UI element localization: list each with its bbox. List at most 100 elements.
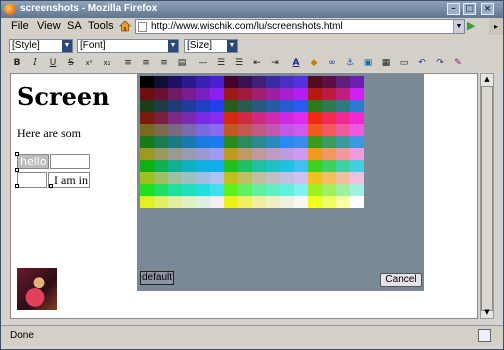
chevron-down-icon[interactable]: ▼ (453, 20, 464, 33)
color-swatch[interactable] (210, 196, 224, 208)
color-swatch[interactable] (350, 76, 364, 88)
color-swatch[interactable] (266, 196, 280, 208)
color-swatch[interactable] (322, 148, 336, 160)
color-swatch[interactable] (308, 112, 322, 124)
color-swatch[interactable] (280, 184, 294, 196)
color-swatch[interactable] (266, 184, 280, 196)
color-swatch[interactable] (308, 172, 322, 184)
color-swatch[interactable] (322, 136, 336, 148)
color-swatch[interactable] (154, 124, 168, 136)
color-swatch[interactable] (336, 100, 350, 112)
color-swatch[interactable] (252, 160, 266, 172)
color-swatch[interactable] (308, 160, 322, 172)
color-swatch[interactable] (168, 184, 182, 196)
scroll-up-icon[interactable]: ▲ (481, 74, 493, 85)
color-swatch[interactable] (336, 148, 350, 160)
color-swatch[interactable] (252, 112, 266, 124)
color-swatch[interactable] (140, 76, 154, 88)
color-swatch[interactable] (266, 88, 280, 100)
resize-handle[interactable] (15, 184, 19, 188)
color-swatch[interactable] (266, 100, 280, 112)
color-swatch[interactable] (224, 184, 238, 196)
inline-image[interactable] (17, 268, 57, 310)
color-swatch[interactable] (224, 136, 238, 148)
color-swatch[interactable] (336, 112, 350, 124)
color-swatch[interactable] (238, 88, 252, 100)
color-swatch[interactable] (266, 172, 280, 184)
color-swatch[interactable] (294, 112, 308, 124)
color-swatch[interactable] (322, 112, 336, 124)
color-swatch[interactable] (308, 76, 322, 88)
superscript-icon[interactable]: x² (83, 57, 95, 69)
color-swatch[interactable] (308, 196, 322, 208)
color-swatch[interactable] (336, 196, 350, 208)
color-swatch[interactable] (350, 100, 364, 112)
color-swatch[interactable] (322, 124, 336, 136)
table-cell-text[interactable]: I am in (48, 172, 90, 188)
color-swatch[interactable] (322, 76, 336, 88)
color-swatch[interactable] (322, 184, 336, 196)
color-swatch[interactable] (140, 100, 154, 112)
color-swatch[interactable] (350, 112, 364, 124)
color-swatch[interactable] (266, 112, 280, 124)
color-swatch[interactable] (168, 160, 182, 172)
color-swatch[interactable] (322, 172, 336, 184)
color-swatch[interactable] (196, 148, 210, 160)
color-swatch[interactable] (196, 124, 210, 136)
color-swatch[interactable] (280, 136, 294, 148)
color-swatch[interactable] (266, 124, 280, 136)
color-swatch[interactable] (210, 100, 224, 112)
table-icon[interactable]: ▦ (380, 57, 392, 69)
color-swatch[interactable] (168, 76, 182, 88)
color-swatch[interactable] (238, 148, 252, 160)
color-swatch[interactable] (154, 76, 168, 88)
color-swatch[interactable] (252, 88, 266, 100)
color-swatch[interactable] (182, 196, 196, 208)
color-swatch[interactable] (196, 100, 210, 112)
align-left-icon[interactable]: ≡ (122, 57, 134, 69)
color-swatch[interactable] (238, 76, 252, 88)
color-swatch[interactable] (224, 196, 238, 208)
color-swatch[interactable] (266, 160, 280, 172)
color-swatch[interactable] (210, 160, 224, 172)
color-swatch[interactable] (154, 100, 168, 112)
go-arrow-icon[interactable]: ▶ (467, 20, 479, 32)
color-swatch[interactable] (294, 76, 308, 88)
color-swatch[interactable] (224, 88, 238, 100)
color-swatch[interactable] (294, 196, 308, 208)
color-swatch[interactable] (154, 172, 168, 184)
color-swatch[interactable] (252, 172, 266, 184)
underline-icon[interactable]: U (47, 57, 59, 69)
color-swatch[interactable] (238, 172, 252, 184)
color-swatch[interactable] (224, 160, 238, 172)
color-swatch[interactable] (196, 112, 210, 124)
color-swatch[interactable] (238, 196, 252, 208)
color-swatch[interactable] (238, 136, 252, 148)
scroll-down-icon[interactable]: ▼ (481, 307, 493, 318)
color-swatch[interactable] (210, 172, 224, 184)
color-swatch[interactable] (196, 160, 210, 172)
color-swatch[interactable] (196, 88, 210, 100)
color-swatch[interactable] (168, 88, 182, 100)
remove-format-icon[interactable]: ✎ (452, 57, 464, 69)
color-swatch[interactable] (252, 136, 266, 148)
color-swatch[interactable] (280, 124, 294, 136)
numbered-list-icon[interactable]: ☰ (215, 57, 227, 69)
color-swatch[interactable] (350, 172, 364, 184)
color-swatch[interactable] (210, 112, 224, 124)
color-swatch[interactable] (294, 160, 308, 172)
color-swatch[interactable] (182, 172, 196, 184)
color-swatch[interactable] (322, 88, 336, 100)
color-swatch[interactable] (168, 124, 182, 136)
color-swatch[interactable] (252, 100, 266, 112)
color-swatch[interactable] (140, 148, 154, 160)
color-swatch[interactable] (154, 184, 168, 196)
color-swatch[interactable] (210, 136, 224, 148)
color-swatch[interactable] (294, 124, 308, 136)
color-swatch[interactable] (308, 100, 322, 112)
color-swatch[interactable] (280, 160, 294, 172)
default-color-button[interactable]: default (140, 271, 175, 285)
color-swatch[interactable] (350, 160, 364, 172)
resize-handle[interactable] (15, 152, 19, 156)
color-swatch[interactable] (308, 88, 322, 100)
